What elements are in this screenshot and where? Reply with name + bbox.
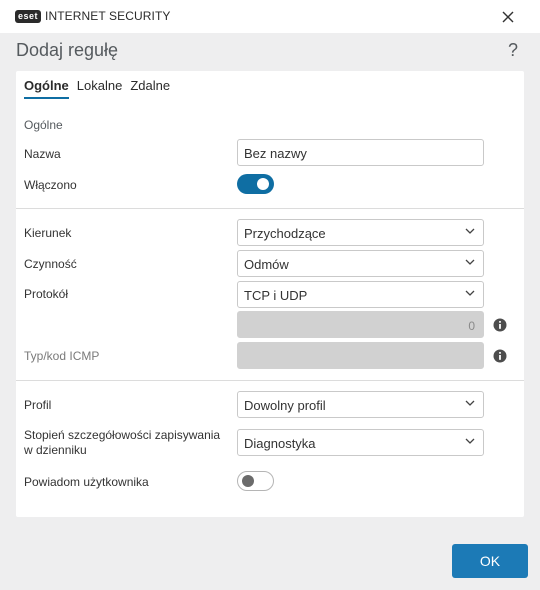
protocol-value: TCP i UDP [244,288,308,303]
toggle-knob [257,178,269,190]
icmp-field [237,342,484,369]
log-verbosity-label-line1: Stopień szczegółowości zapisywania [24,428,221,442]
log-verbosity-value: Diagnostyka [244,436,316,451]
log-verbosity-label: Stopień szczegółowości zapisywania w dzi… [24,428,220,458]
title-bar: eset INTERNET SECURITY [0,0,540,33]
divider [16,380,524,381]
chevron-down-icon [465,259,475,265]
ok-button[interactable]: OK [452,544,528,578]
log-verbosity-label-line2: w dzienniku [24,443,87,457]
notify-user-toggle[interactable] [237,471,274,491]
logo-badge: eset [15,9,42,23]
profile-select[interactable]: Dowolny profil [237,391,484,418]
tab-local[interactable]: Lokalne [77,71,123,99]
action-value: Odmów [244,257,289,272]
chevron-down-icon [465,400,475,406]
action-select[interactable]: Odmów [237,250,484,277]
protocol-label: Protokół [24,287,69,301]
action-label: Czynność [24,257,77,271]
product-name: INTERNET SECURITY [45,9,171,23]
eset-logo: eset INTERNET SECURITY [15,9,171,23]
info-icon[interactable] [493,318,507,332]
name-label: Nazwa [24,147,61,161]
rule-panel: Ogólne Lokalne Zdalne Ogólne Nazwa Bez n… [16,71,524,517]
direction-value: Przychodzące [244,226,326,241]
direction-select[interactable]: Przychodzące [237,219,484,246]
close-icon [502,11,514,23]
enabled-label: Włączono [24,178,77,192]
tab-general[interactable]: Ogólne [24,71,69,99]
toggle-knob [242,475,254,487]
protocol-select[interactable]: TCP i UDP [237,281,484,308]
enabled-toggle[interactable] [237,174,274,194]
notify-user-label: Powiadom użytkownika [24,475,149,489]
chevron-down-icon [465,290,475,296]
tab-bar: Ogólne Lokalne Zdalne [16,71,178,99]
divider [16,208,524,209]
name-input[interactable]: Bez nazwy [237,139,484,166]
profile-value: Dowolny profil [244,398,326,413]
log-verbosity-select[interactable]: Diagnostyka [237,429,484,456]
info-icon[interactable] [493,349,507,363]
chevron-down-icon [465,228,475,234]
icmp-label: Typ/kod ICMP [24,349,100,363]
help-button[interactable]: ? [508,40,518,61]
chevron-down-icon [465,438,475,444]
protocol-number-value: 0 [468,319,475,333]
tab-remote[interactable]: Zdalne [130,71,170,99]
dialog-title: Dodaj regułę [16,40,119,60]
profile-label: Profil [24,398,52,412]
protocol-number-field: 0 [237,311,484,338]
direction-label: Kierunek [24,226,72,240]
section-label-general: Ogólne [24,118,63,132]
close-button[interactable] [497,6,519,28]
